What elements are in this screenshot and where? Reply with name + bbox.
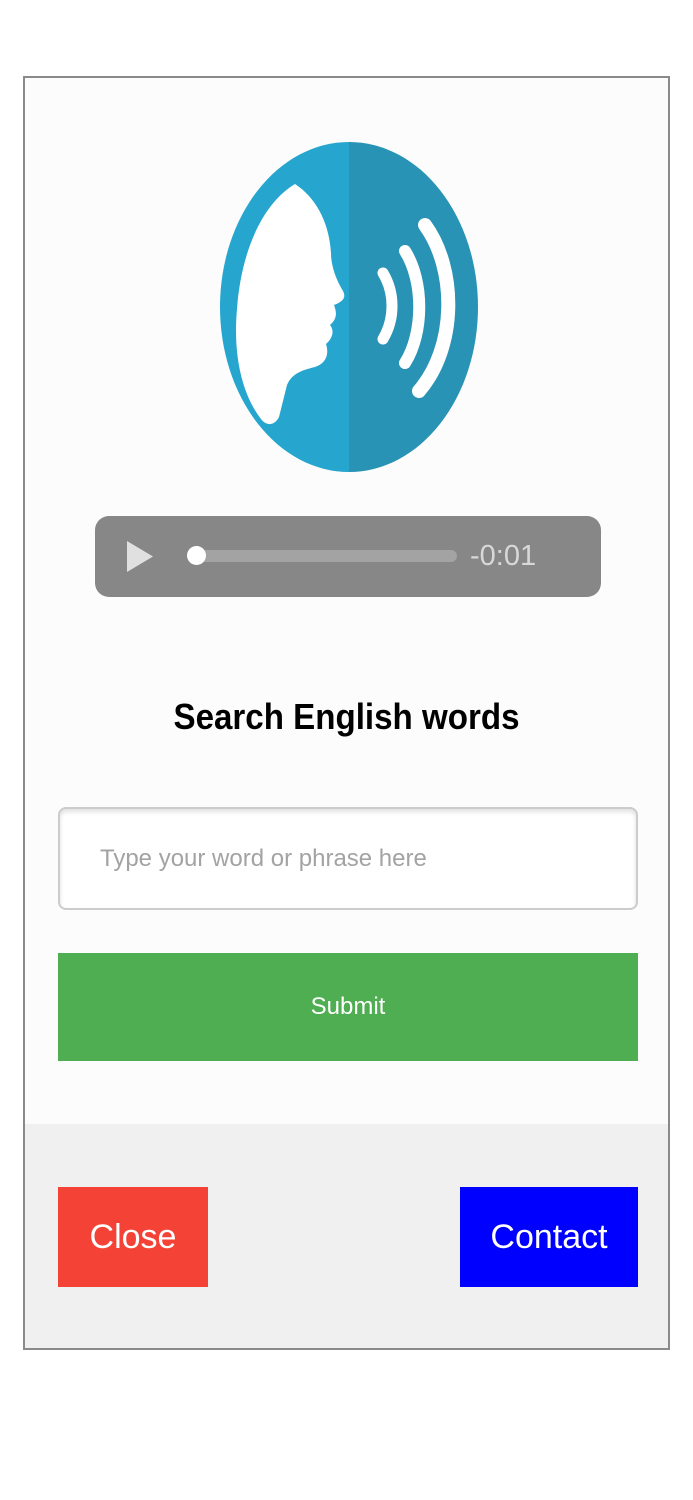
modal-footer: Close Contact [25, 1124, 668, 1348]
contact-button[interactable]: Contact [460, 1187, 638, 1287]
search-title: Search English words [173, 696, 520, 737]
audio-progress-bar[interactable] [187, 546, 457, 565]
close-button[interactable]: Close [58, 1187, 208, 1287]
search-input[interactable] [58, 807, 638, 910]
play-icon[interactable] [125, 539, 155, 574]
dialog-modal: -0:01 Search English words Submit Close … [23, 76, 670, 1350]
audio-time-remaining: -0:01 [470, 540, 537, 572]
audio-player: -0:01 [95, 516, 601, 597]
submit-button[interactable]: Submit [58, 953, 638, 1061]
audio-scrubber-thumb[interactable] [187, 546, 206, 565]
speaking-head-icon [220, 142, 478, 472]
